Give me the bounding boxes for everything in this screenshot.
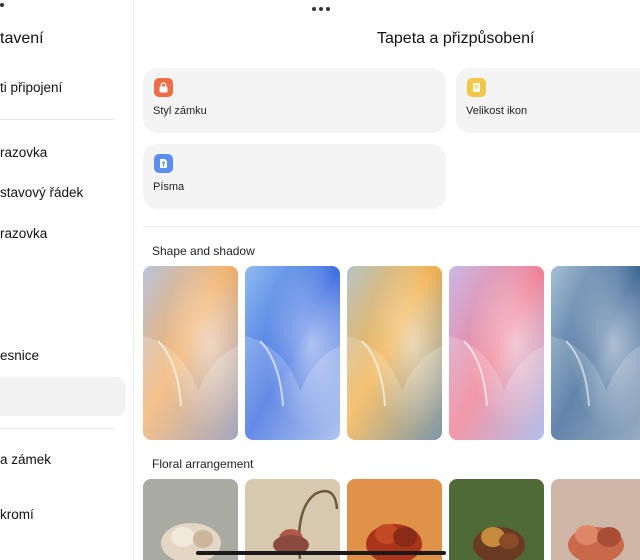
icon-size-card[interactable]: Velikost ikon [456, 68, 640, 133]
sidebar-item-password-lock[interactable]: a zámek [0, 452, 51, 467]
wallpaper-floral-2[interactable] [245, 479, 340, 560]
wallpaper-floral-4[interactable] [449, 479, 544, 560]
sidebar-item-status-bar[interactable]: stavový řádek [0, 185, 83, 200]
sidebar-item-selected[interactable] [0, 377, 126, 416]
sidebar-item-home-screen[interactable]: razovka [0, 226, 47, 241]
sidebar-item-brightness[interactable]: esnice [0, 348, 39, 363]
sidebar-item-lock-screen[interactable]: razovka [0, 145, 47, 160]
icon-size-icon [467, 78, 486, 97]
sidebar-divider [0, 428, 114, 429]
fonts-card[interactable]: Písma [143, 144, 446, 209]
wallpaper-shape-4[interactable] [449, 266, 544, 440]
settings-sidebar: tavení ti připojení razovka stavový řáde… [0, 0, 134, 560]
lock-style-card[interactable]: Styl zámku [143, 68, 446, 133]
wallpaper-shape-3[interactable] [347, 266, 442, 440]
wallpaper-shape-1[interactable] [143, 266, 238, 440]
wallpaper-shape-5[interactable] [551, 266, 640, 440]
page-title: Tapeta a přizpůsobení [377, 30, 535, 47]
more-options-icon[interactable] [312, 7, 330, 11]
fonts-label: Písma [153, 181, 185, 193]
wallpaper-floral-1[interactable] [143, 479, 238, 560]
sidebar-divider [0, 119, 114, 120]
lock-style-icon [154, 78, 173, 97]
icon-size-label: Velikost ikon [466, 105, 528, 117]
status-dot [0, 3, 4, 7]
sidebar-title: tavení [0, 30, 44, 47]
screen: tavení ti připojení razovka stavový řáde… [0, 0, 640, 560]
wallpaper-floral-5[interactable] [551, 479, 640, 560]
floral-arrangement-heading: Floral arrangement [152, 457, 254, 471]
section-divider [143, 226, 640, 227]
home-indicator[interactable] [196, 551, 446, 555]
lock-style-label: Styl zámku [153, 105, 207, 117]
wallpaper-shape-2[interactable] [245, 266, 340, 440]
wallpaper-floral-3[interactable] [347, 479, 442, 560]
sidebar-item-privacy[interactable]: kromí [0, 507, 34, 522]
shape-and-shadow-heading: Shape and shadow [152, 244, 255, 258]
fonts-icon [154, 154, 173, 173]
sidebar-item-connections[interactable]: ti připojení [0, 80, 62, 95]
